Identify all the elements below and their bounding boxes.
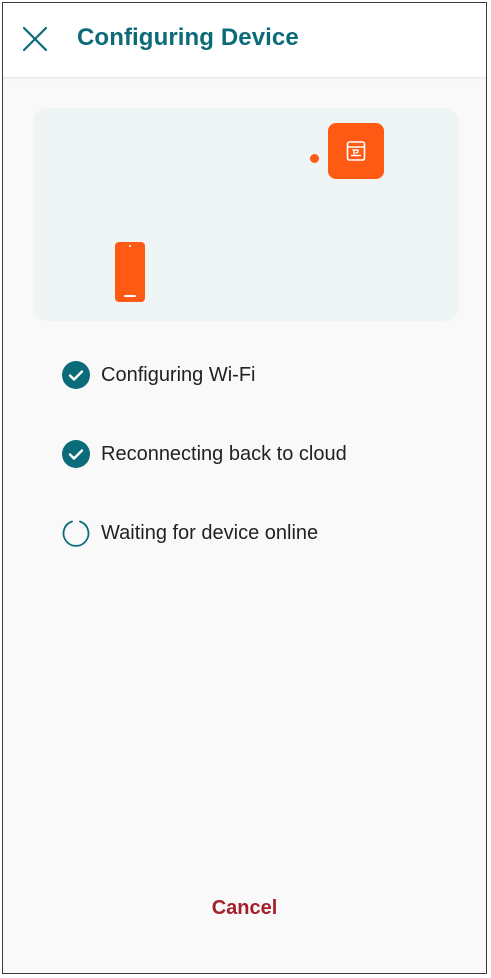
step-label: Reconnecting back to cloud	[101, 442, 347, 465]
step-reconnecting-cloud: Reconnecting back to cloud	[61, 439, 347, 469]
signal-dot	[310, 154, 319, 163]
app-header: Configuring Device	[3, 3, 486, 78]
check-circle-icon	[61, 360, 91, 390]
pairing-illustration	[33, 108, 459, 321]
cancel-button[interactable]: Cancel	[3, 897, 486, 920]
app-screen: Configuring Device Configuring Wi-Fi Rec…	[2, 2, 487, 974]
phone-icon	[115, 242, 145, 302]
page-title: Configuring Device	[77, 24, 299, 51]
step-label: Configuring Wi-Fi	[101, 363, 256, 386]
step-waiting-device-online: Waiting for device online	[61, 518, 318, 548]
phone-camera	[129, 245, 131, 247]
step-label: Waiting for device online	[101, 521, 319, 544]
step-configuring-wifi: Configuring Wi-Fi	[61, 360, 255, 390]
device-box-icon	[328, 123, 384, 179]
close-button[interactable]	[17, 21, 53, 57]
spinner-icon	[61, 518, 91, 548]
check-circle-icon	[61, 439, 91, 469]
phone-home-bar	[124, 295, 136, 297]
close-icon	[22, 26, 48, 52]
